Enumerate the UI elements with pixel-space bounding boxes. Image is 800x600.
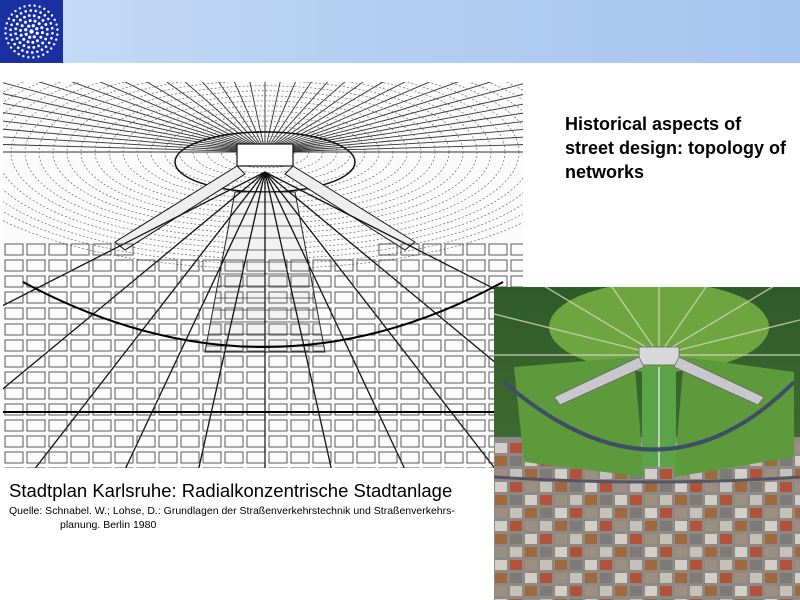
karlsruhe-engraving-image xyxy=(3,82,523,468)
caption-source-line-1: Quelle: Schnabel. W.; Lohse, D.: Grundla… xyxy=(9,505,455,517)
karlsruhe-aerial-image xyxy=(494,287,800,600)
header-bar xyxy=(0,0,800,63)
caption-source-line-2: planung. Berlin 1980 xyxy=(60,519,157,531)
slide-heading: Historical aspects of street design: top… xyxy=(565,114,787,182)
caption-title: Stadtplan Karlsruhe: Radialkonzentrische… xyxy=(9,480,453,501)
star-circle-logo xyxy=(0,0,63,63)
caption-source: Quelle: Schnabel. W.; Lohse, D.: Grundla… xyxy=(9,504,483,532)
